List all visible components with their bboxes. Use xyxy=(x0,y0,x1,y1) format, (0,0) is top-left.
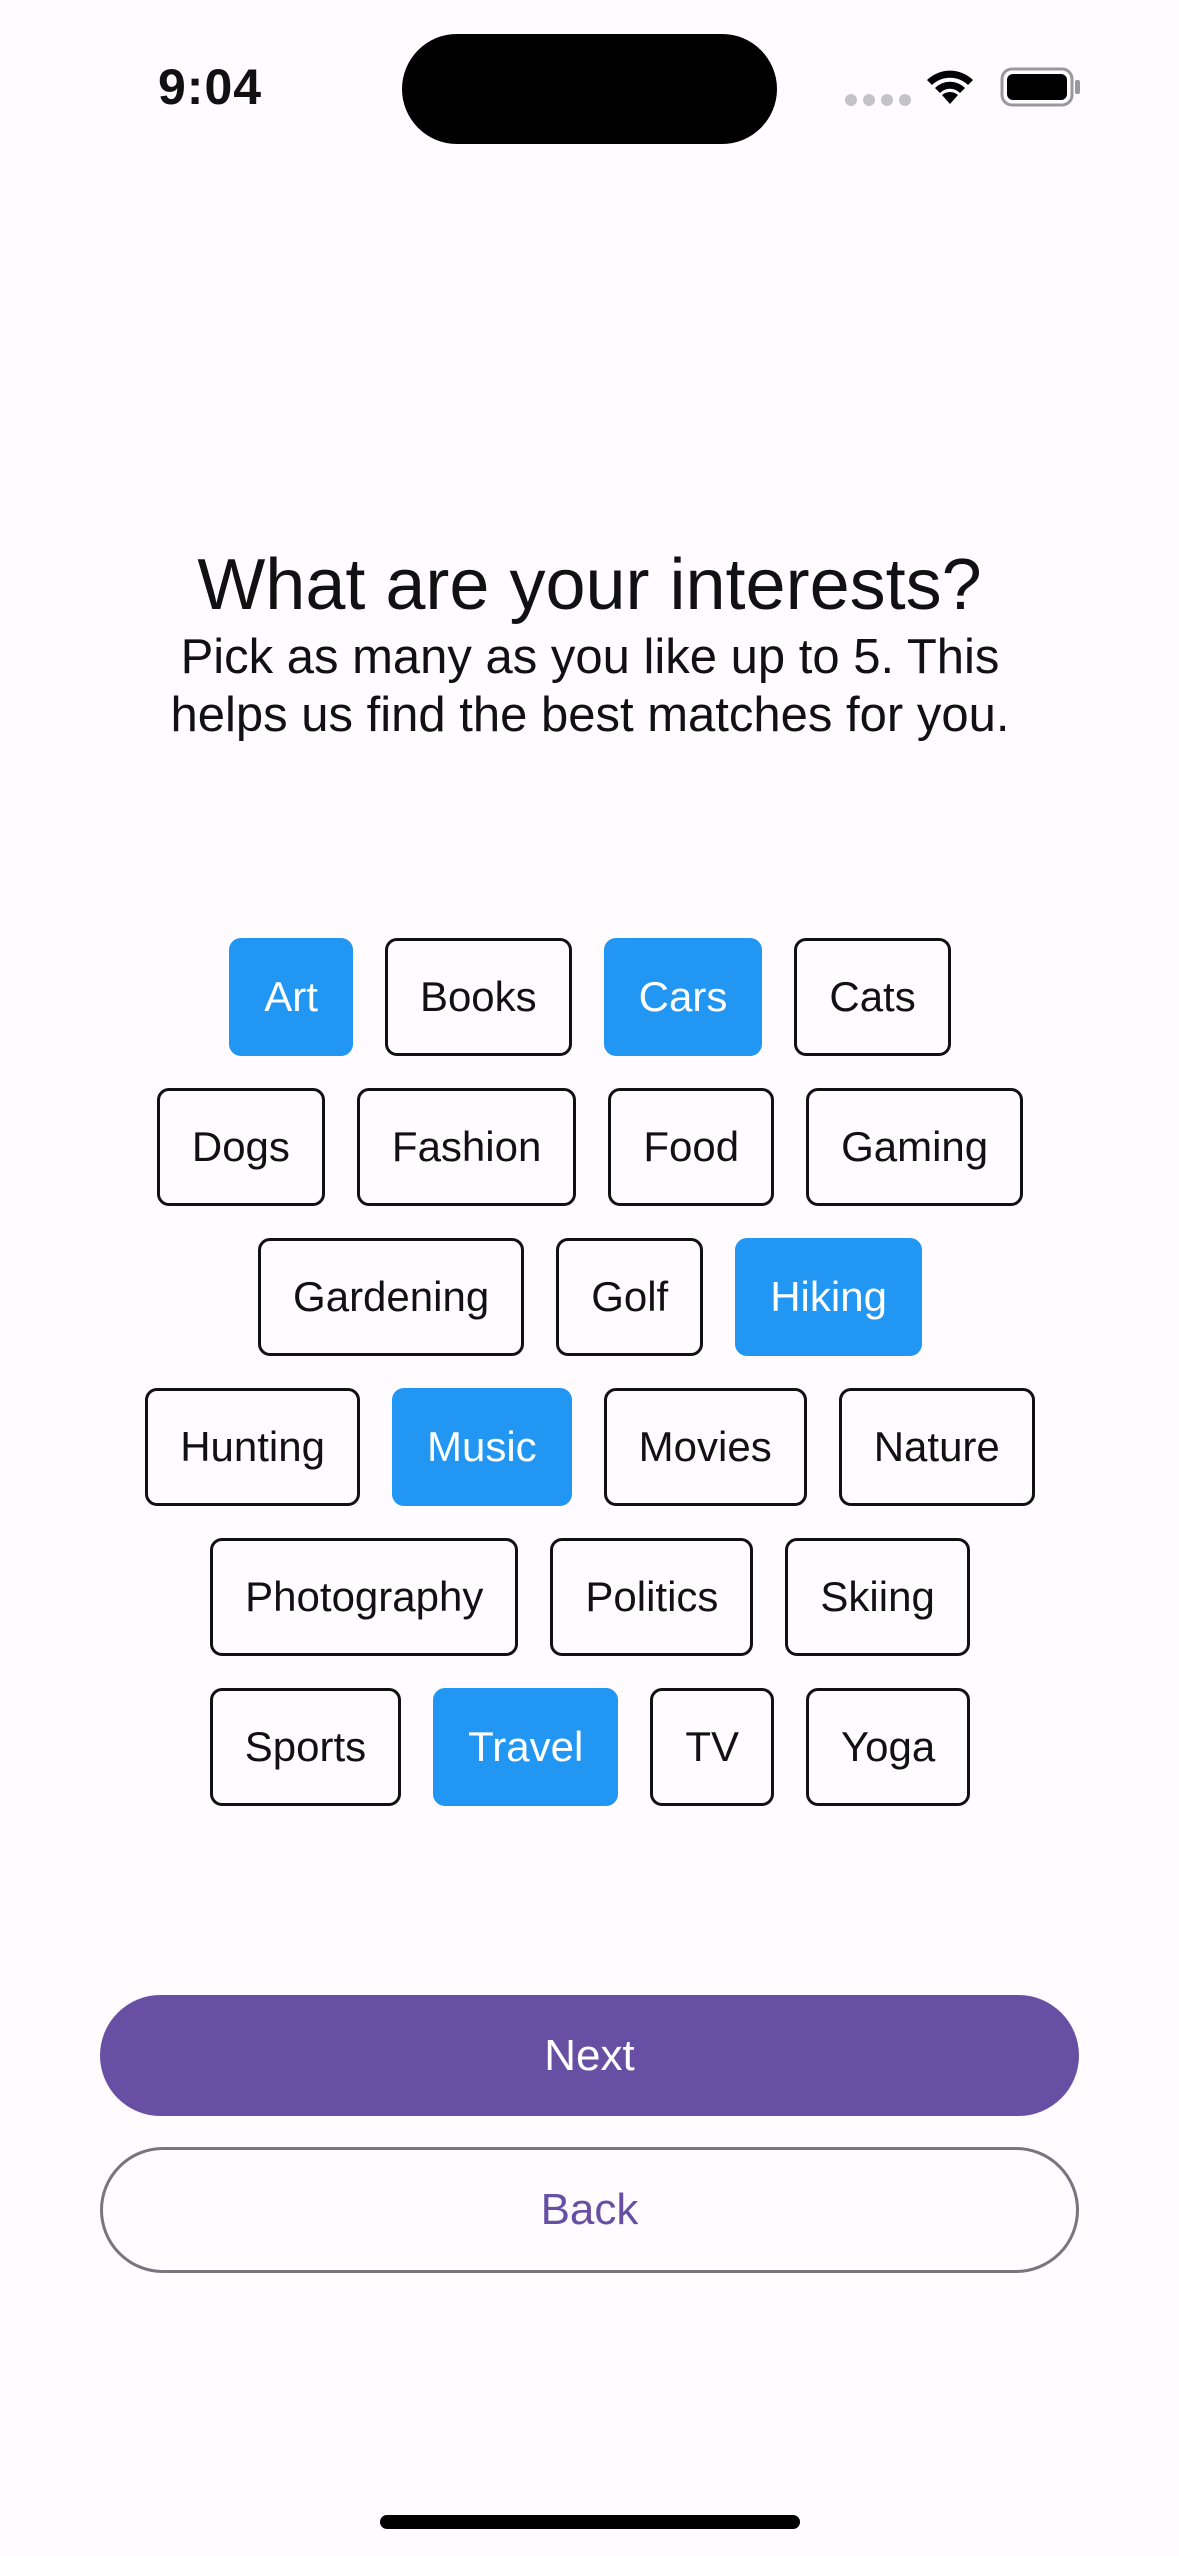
interest-chip-yoga[interactable]: Yoga xyxy=(805,1688,971,1806)
battery-icon xyxy=(1000,66,1082,113)
interest-chip-gardening[interactable]: Gardening xyxy=(258,1238,525,1356)
interest-chip-hunting[interactable]: Hunting xyxy=(145,1388,360,1506)
interest-chip-gaming[interactable]: Gaming xyxy=(806,1088,1024,1206)
interest-chip-travel[interactable]: Travel xyxy=(433,1688,619,1806)
interest-chip-golf[interactable]: Golf xyxy=(556,1238,704,1356)
interest-chip-photography[interactable]: Photography xyxy=(210,1538,519,1656)
interest-chip-cats[interactable]: Cats xyxy=(794,938,951,1056)
status-time: 9:04 xyxy=(158,59,263,115)
interest-chips: Art Books Cars Cats Dogs Fashion Food Gaming Gar… xyxy=(120,938,1060,1806)
interest-chip-politics[interactable]: Politics xyxy=(550,1538,754,1656)
interest-chip-cars[interactable]: Cars xyxy=(603,938,763,1056)
wifi-icon xyxy=(922,64,978,111)
next-button[interactable]: Next xyxy=(100,1995,1079,2116)
page-title: What are your interests? xyxy=(197,545,982,625)
home-indicator[interactable] xyxy=(380,2515,800,2529)
interest-chip-fashion[interactable]: Fashion xyxy=(356,1088,577,1206)
interest-chip-sports[interactable]: Sports xyxy=(209,1688,402,1806)
signal-dots-icon xyxy=(845,94,911,106)
back-button[interactable]: Back xyxy=(100,2147,1079,2273)
interest-chip-movies[interactable]: Movies xyxy=(603,1388,807,1506)
interest-chip-art[interactable]: Art xyxy=(229,938,353,1056)
interest-chip-skiing[interactable]: Skiing xyxy=(785,1538,970,1656)
interest-chip-books[interactable]: Books xyxy=(384,938,572,1056)
interest-chip-food[interactable]: Food xyxy=(608,1088,775,1206)
page-subtitle: Pick as many as you like up to 5. This h… xyxy=(170,630,1010,742)
dynamic-island xyxy=(402,34,777,144)
interest-chip-music[interactable]: Music xyxy=(391,1388,572,1506)
interest-chip-tv[interactable]: TV xyxy=(650,1688,774,1806)
interest-chip-hiking[interactable]: Hiking xyxy=(735,1238,922,1356)
interest-chip-nature[interactable]: Nature xyxy=(838,1388,1035,1506)
interest-chip-dogs[interactable]: Dogs xyxy=(156,1088,325,1206)
